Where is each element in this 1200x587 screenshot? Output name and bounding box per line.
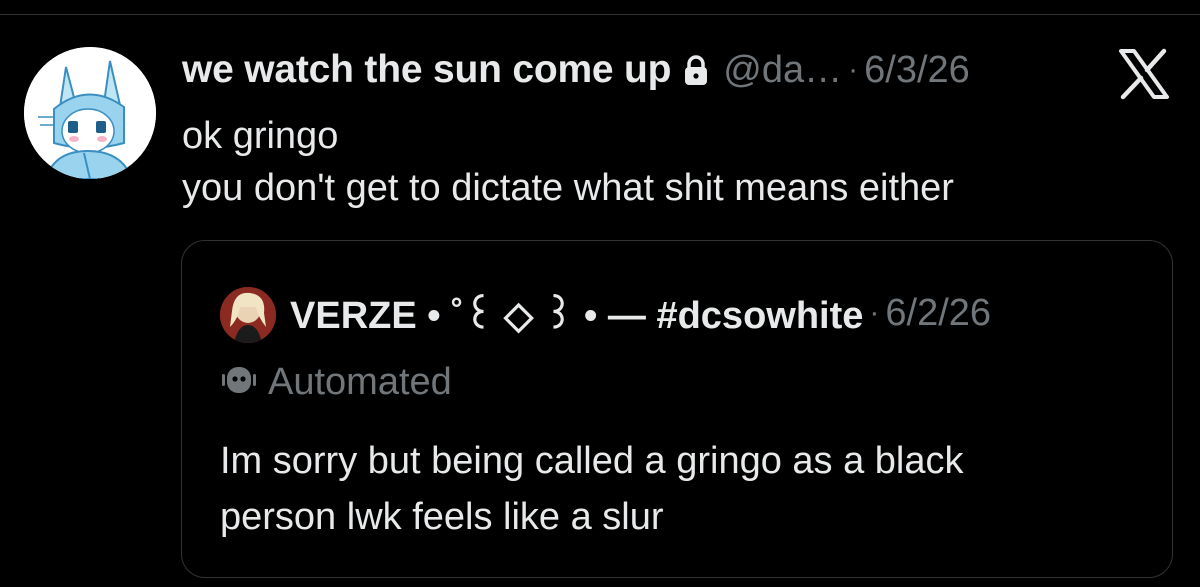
author-avatar[interactable] — [24, 47, 156, 179]
quoted-date[interactable]: 6/2/26 — [885, 292, 991, 335]
top-divider — [0, 14, 1200, 15]
quoted-author-avatar[interactable] — [220, 287, 276, 343]
author-handle[interactable]: @da… — [723, 49, 842, 92]
automated-label: Automated — [268, 360, 452, 403]
tweet-line: ok gringo — [182, 115, 339, 157]
separator-dot: · — [848, 53, 859, 86]
avatar-illustration — [24, 47, 156, 179]
automated-badge: Automated — [220, 357, 452, 407]
quoted-display-name[interactable]: VERZE • ˚꒰ ◇ ꒱ • — #dcsowhite — [290, 288, 863, 338]
quoted-line: Im sorry but being called a gringo as a … — [220, 440, 964, 482]
tweet-date[interactable]: 6/3/26 — [864, 49, 970, 92]
quoted-tweet-card[interactable]: VERZE • ˚꒰ ◇ ꒱ • — #dcsowhite · 6/2/26 A… — [181, 240, 1173, 578]
quoted-text: Im sorry but being called a gringo as a … — [220, 433, 964, 545]
tweet-line: you don't get to dictate what shit means… — [182, 167, 954, 209]
quoted-header: VERZE • ˚꒰ ◇ ꒱ • — #dcsowhite · 6/2/26 — [290, 283, 991, 343]
separator-dot: · — [869, 296, 880, 329]
tweet-header: we watch the sun come up @da… · 6/3/26 — [182, 42, 970, 98]
robot-icon — [220, 364, 258, 401]
x-logo-icon[interactable] — [1117, 47, 1171, 101]
author-display-name[interactable]: we watch the sun come up — [182, 48, 671, 92]
tweet-text: ok gringo you don't get to dictate what … — [182, 110, 954, 214]
lock-icon — [683, 54, 709, 86]
quoted-line: person lwk feels like a slur — [220, 496, 664, 538]
